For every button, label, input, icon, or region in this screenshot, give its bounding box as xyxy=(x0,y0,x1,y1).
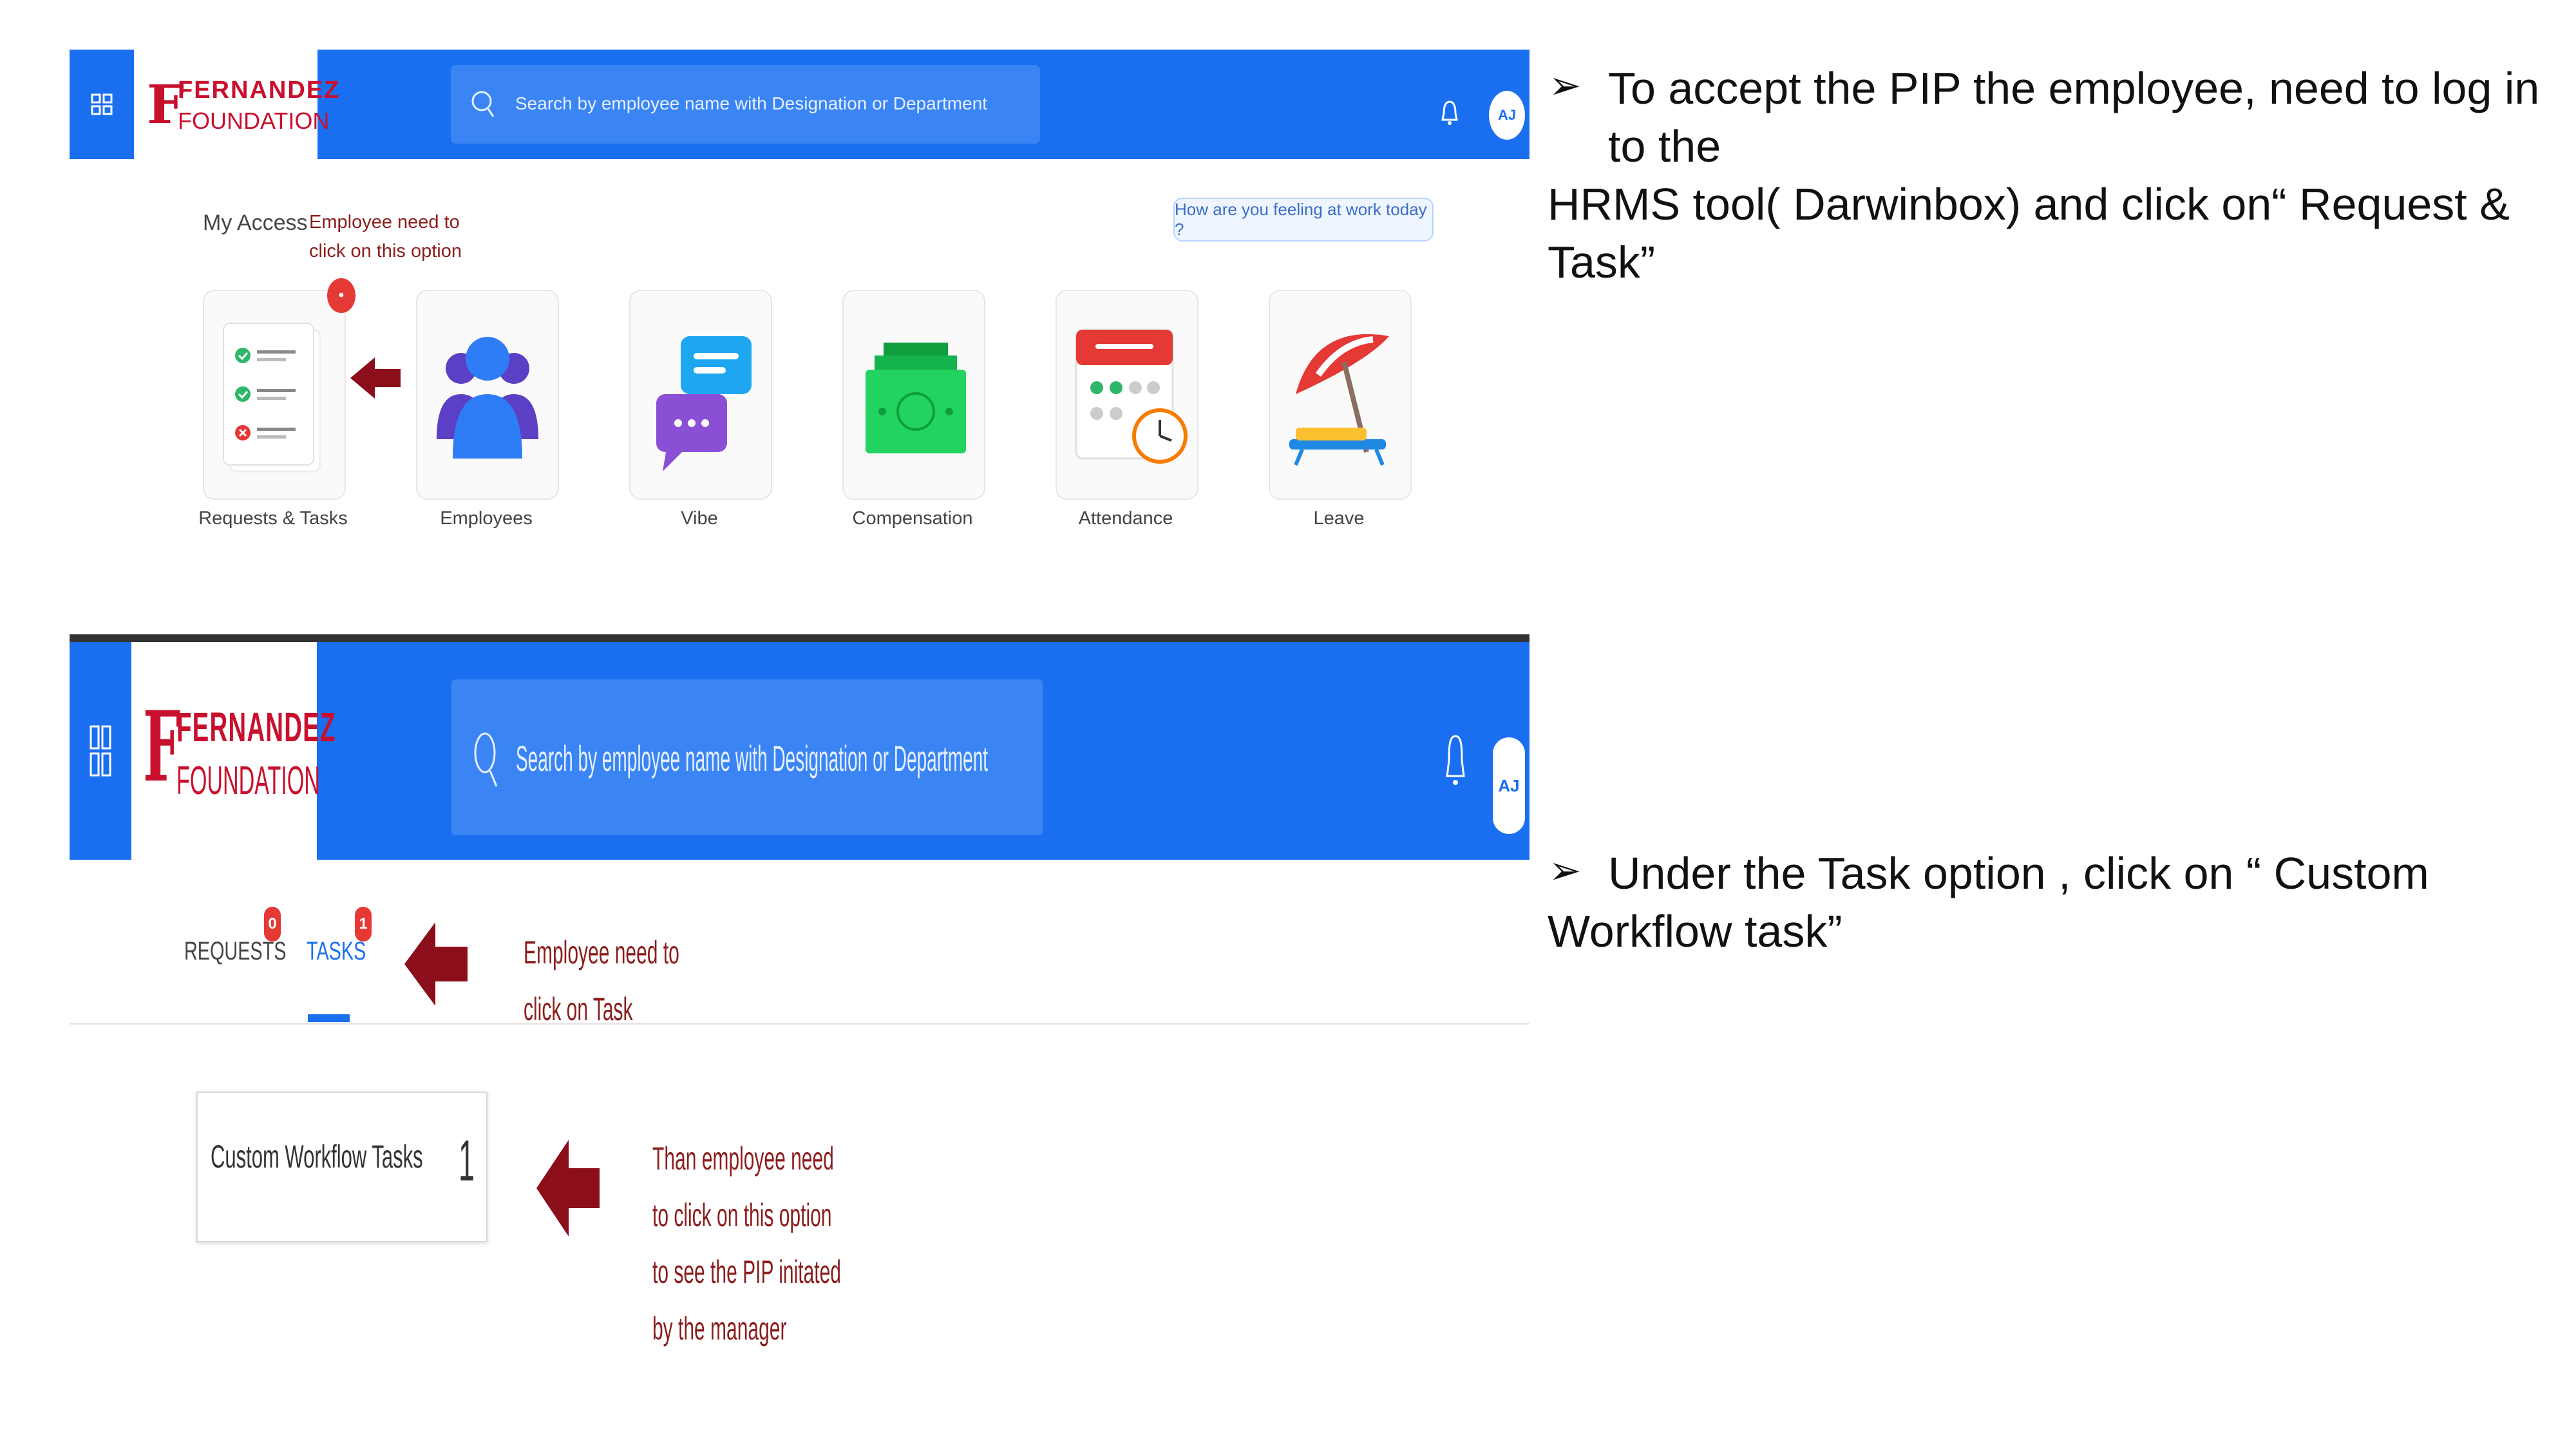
tile-attendance[interactable] xyxy=(1056,290,1198,500)
logo-text-top: FERNANDEZ xyxy=(178,77,341,104)
tile-compensation[interactable] xyxy=(842,290,985,500)
annotation-line: click on this option xyxy=(309,241,462,261)
custom-workflow-tasks-card[interactable]: Custom Workflow Tasks 1 xyxy=(196,1092,488,1242)
money-icon xyxy=(866,343,966,453)
top-navbar: F FERNANDEZ FOUNDATION Search by employe… xyxy=(70,50,1530,159)
tile-leave[interactable] xyxy=(1269,290,1412,500)
search-icon xyxy=(474,732,498,787)
annotation-note: Employee need to click on Task xyxy=(524,924,679,1037)
tile-requests-tasks[interactable] xyxy=(203,290,346,500)
active-tab-indicator xyxy=(308,1014,350,1022)
my-access-heading: My Access xyxy=(203,211,308,235)
instruction-line: Task” xyxy=(1548,237,1656,287)
tasks-count-badge: 1 xyxy=(355,907,372,942)
logo-text-top: FERNANDEZ xyxy=(176,704,336,750)
search-bar[interactable]: Search by employee name with Designation… xyxy=(451,679,1043,835)
instruction-line: Workflow task” xyxy=(1548,906,1842,956)
instruction-line: Under the Task option , click on “ Custo… xyxy=(1608,848,2429,898)
logo-initial: F xyxy=(143,690,181,804)
chat-bubbles-icon xyxy=(656,336,752,471)
tab-tasks[interactable]: TASKS xyxy=(307,937,366,966)
logo-text-bottom: FOUNDATION xyxy=(176,759,320,803)
tile-label: Attendance xyxy=(1078,508,1173,529)
tile-employees[interactable] xyxy=(416,290,559,500)
mood-checkin-button[interactable]: How are you feeling at work today ? xyxy=(1173,198,1434,242)
requests-count-badge: 0 xyxy=(264,907,281,942)
darwinbox-requests-screenshot: F FERNANDEZ FOUNDATION Search by employe… xyxy=(70,634,1530,1407)
annotation-line: Employee need to xyxy=(524,934,679,971)
card-count: 1 xyxy=(459,1129,475,1193)
company-logo[interactable]: F FERNANDEZ FOUNDATION xyxy=(131,642,335,860)
instruction-line: to the xyxy=(1608,121,1721,171)
people-icon xyxy=(437,337,538,459)
tile-label: Compensation xyxy=(852,508,973,529)
apps-grid-icon[interactable] xyxy=(70,50,134,159)
notification-bell-icon[interactable] xyxy=(1445,732,1466,791)
instruction-line: HRMS tool( Darwinbox) and click on“ Requ… xyxy=(1548,179,2510,229)
annotation-note: Than employee need to click on this opti… xyxy=(652,1130,841,1357)
calendar-clock-icon xyxy=(1075,328,1188,464)
checklist-icon xyxy=(223,323,321,473)
pointer-arrow-icon xyxy=(404,922,468,1006)
bullet-arrow-icon: ➢ xyxy=(1549,849,1582,892)
apps-grid-icon[interactable] xyxy=(70,642,131,860)
avatar[interactable]: AJ xyxy=(1489,91,1525,140)
tile-label: Employees xyxy=(440,508,533,529)
notification-bell-icon[interactable] xyxy=(1440,99,1459,128)
tabs-divider xyxy=(70,1023,1530,1025)
pointer-arrow-icon xyxy=(536,1140,600,1236)
annotation-line: to see the PIP initated xyxy=(652,1254,841,1290)
search-input[interactable]: Search by employee name with Designation… xyxy=(516,737,988,779)
search-input[interactable]: Search by employee name with Designation… xyxy=(515,93,987,114)
tile-label: Leave xyxy=(1313,508,1365,529)
card-label: Custom Workflow Tasks xyxy=(211,1139,423,1175)
tile-label: Requests & Tasks xyxy=(198,508,348,529)
darwinbox-home-screenshot: F FERNANDEZ FOUNDATION Search by employe… xyxy=(70,50,1530,578)
beach-umbrella-icon xyxy=(1289,334,1389,466)
tile-label: Vibe xyxy=(681,508,718,529)
company-logo[interactable]: F FERNANDEZ FOUNDATION xyxy=(134,50,339,159)
annotation-note: Employee need to click on this option xyxy=(309,208,462,266)
tile-vibe[interactable] xyxy=(629,290,772,500)
avatar[interactable]: AJ xyxy=(1493,737,1525,834)
annotation-line: Employee need to xyxy=(309,212,460,232)
search-icon xyxy=(471,91,495,117)
pointer-arrow-icon xyxy=(350,357,401,399)
notification-badge: • xyxy=(327,278,355,313)
annotation-line: Than employee need xyxy=(652,1141,834,1177)
annotation-line: to click on this option xyxy=(652,1197,832,1233)
top-navbar: F FERNANDEZ FOUNDATION Search by employe… xyxy=(70,634,1530,860)
logo-text-bottom: FOUNDATION xyxy=(178,108,330,134)
search-bar[interactable]: Search by employee name with Designation… xyxy=(451,65,1040,144)
instruction-line: To accept the PIP the employee, need to … xyxy=(1608,63,2540,113)
annotation-line: click on Task xyxy=(524,991,633,1027)
bullet-arrow-icon: ➢ xyxy=(1549,64,1582,107)
annotation-line: by the manager xyxy=(652,1311,787,1347)
